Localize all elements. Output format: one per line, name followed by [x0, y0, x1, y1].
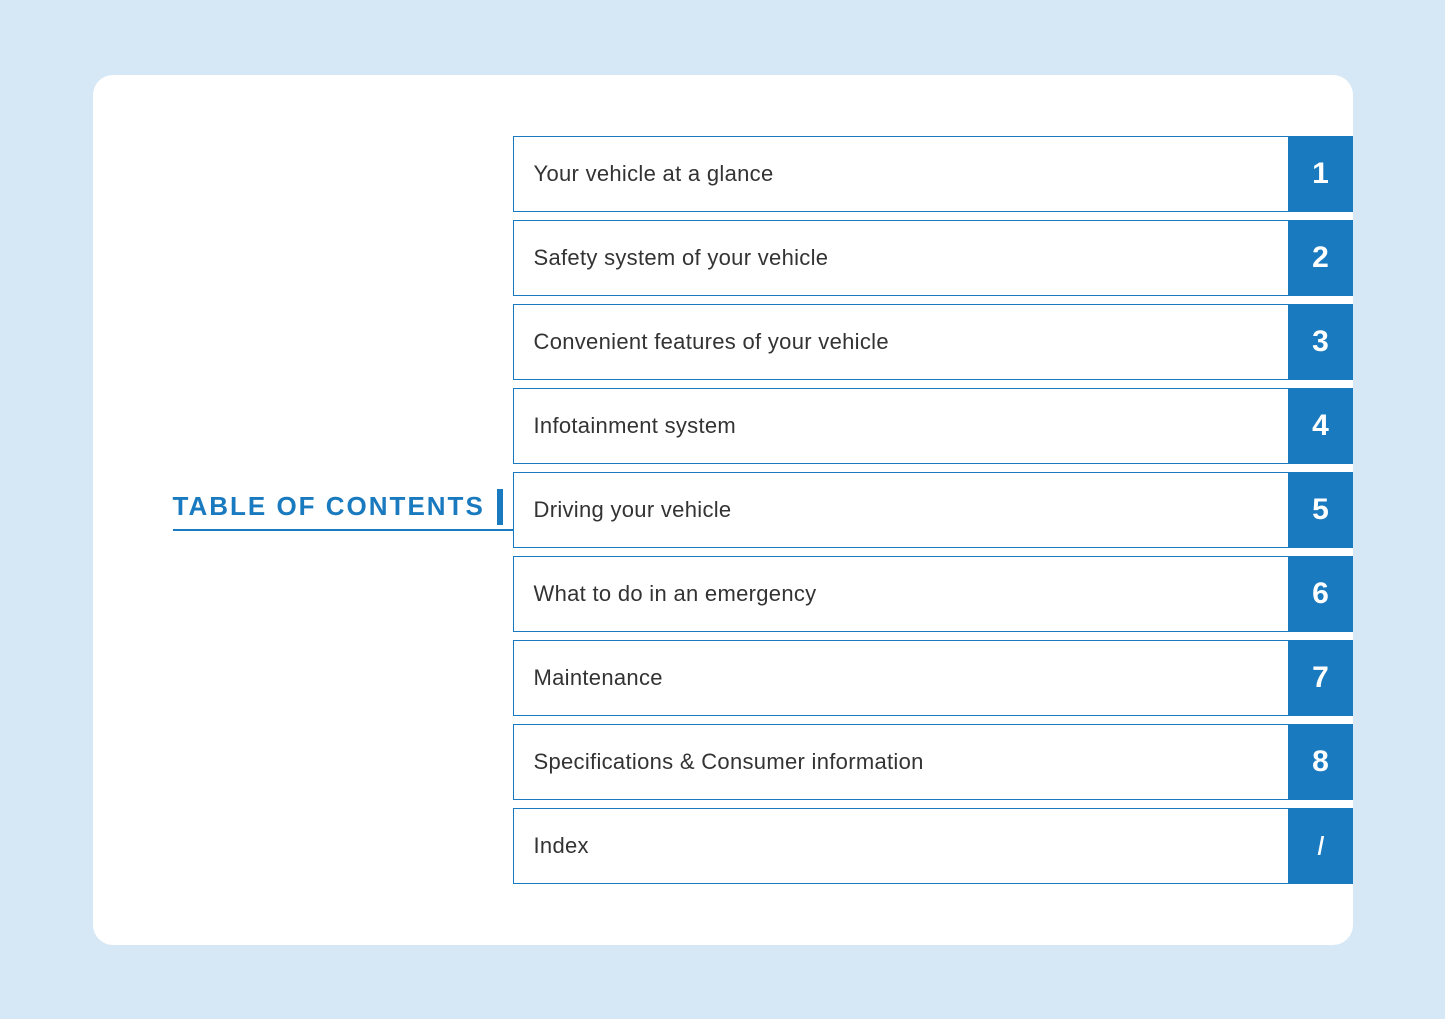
toc-item-label: Infotainment system [513, 388, 1289, 464]
left-section: TABLE OF CONTENTS [93, 489, 513, 531]
toc-item-label: Convenient features of your vehicle [513, 304, 1289, 380]
table-row[interactable]: Maintenance7 [513, 640, 1353, 716]
toc-item-number: 3 [1289, 304, 1353, 380]
title-bar-decoration [497, 489, 503, 525]
toc-item-label: Safety system of your vehicle [513, 220, 1289, 296]
toc-item-number: 4 [1289, 388, 1353, 464]
toc-item-label: Maintenance [513, 640, 1289, 716]
toc-item-number: 6 [1289, 556, 1353, 632]
toc-item-label: What to do in an emergency [513, 556, 1289, 632]
page-card: TABLE OF CONTENTS Your vehicle at a glan… [93, 75, 1353, 945]
table-row[interactable]: Safety system of your vehicle2 [513, 220, 1353, 296]
toc-list: Your vehicle at a glance1Safety system o… [513, 136, 1353, 884]
title-underline [173, 529, 513, 531]
toc-item-number: 1 [1289, 136, 1353, 212]
table-row[interactable]: IndexI [513, 808, 1353, 884]
toc-item-number: 5 [1289, 472, 1353, 548]
table-row[interactable]: Your vehicle at a glance1 [513, 136, 1353, 212]
table-row[interactable]: Driving your vehicle5 [513, 472, 1353, 548]
table-row[interactable]: Infotainment system4 [513, 388, 1353, 464]
toc-item-number: I [1289, 808, 1353, 884]
toc-item-label: Driving your vehicle [513, 472, 1289, 548]
table-row[interactable]: Specifications & Consumer information8 [513, 724, 1353, 800]
table-row[interactable]: What to do in an emergency6 [513, 556, 1353, 632]
toc-item-label: Specifications & Consumer information [513, 724, 1289, 800]
toc-title: TABLE OF CONTENTS [173, 491, 485, 522]
toc-item-number: 8 [1289, 724, 1353, 800]
toc-item-label: Index [513, 808, 1289, 884]
title-container: TABLE OF CONTENTS [173, 489, 503, 525]
toc-item-number: 7 [1289, 640, 1353, 716]
table-row[interactable]: Convenient features of your vehicle3 [513, 304, 1353, 380]
toc-item-number: 2 [1289, 220, 1353, 296]
toc-item-label: Your vehicle at a glance [513, 136, 1289, 212]
